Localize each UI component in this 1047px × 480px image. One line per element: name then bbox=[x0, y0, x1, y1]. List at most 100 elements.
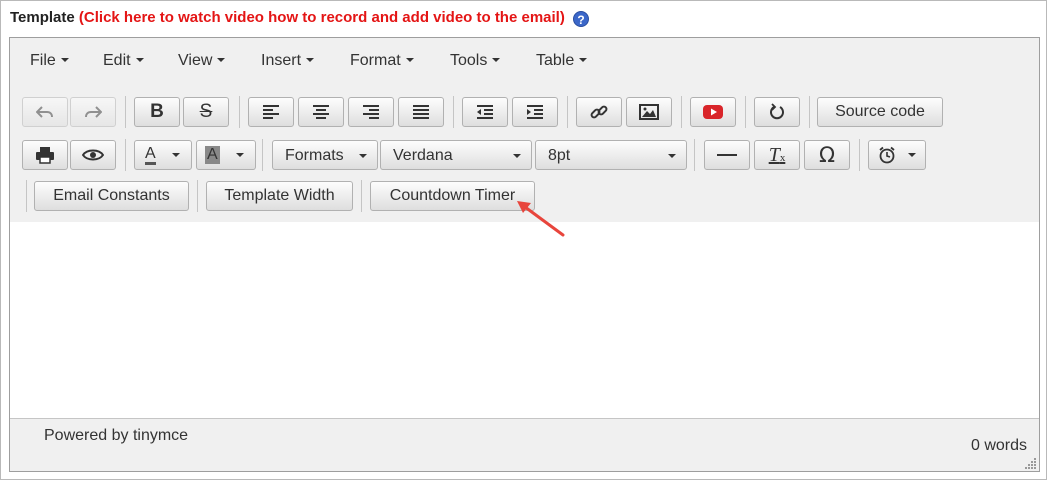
print-icon bbox=[36, 147, 54, 164]
redo-button[interactable] bbox=[70, 97, 116, 127]
strikethrough-button[interactable]: S bbox=[183, 97, 229, 127]
chevron-down-icon bbox=[908, 153, 916, 157]
clear-formatting-button[interactable]: Tx bbox=[754, 140, 800, 170]
powered-by-label[interactable]: Powered by tinymce bbox=[44, 427, 188, 445]
menu-file[interactable]: File bbox=[30, 52, 69, 70]
align-right-button[interactable] bbox=[348, 97, 394, 127]
chevron-down-icon bbox=[171, 153, 180, 157]
chevron-down-icon bbox=[668, 154, 676, 158]
template-width-button[interactable]: Template Width bbox=[206, 181, 353, 211]
formats-dropdown[interactable]: Formats bbox=[272, 140, 378, 170]
preview-icon bbox=[82, 149, 104, 161]
text-color-button[interactable]: A bbox=[134, 140, 192, 170]
restore-draft-button[interactable] bbox=[754, 97, 800, 127]
source-code-label: Source code bbox=[835, 103, 925, 120]
text-color-icon: A bbox=[145, 145, 156, 165]
toolbar-separator bbox=[567, 96, 568, 128]
align-justify-icon bbox=[413, 105, 429, 119]
toolbar-separator bbox=[262, 139, 263, 171]
chevron-down-icon bbox=[60, 58, 69, 62]
indent-button[interactable] bbox=[512, 97, 558, 127]
horizontal-rule-button[interactable] bbox=[704, 140, 750, 170]
preview-button[interactable] bbox=[70, 140, 116, 170]
outdent-icon bbox=[477, 105, 493, 119]
undo-icon bbox=[36, 106, 53, 118]
email-constants-button[interactable]: Email Constants bbox=[34, 181, 189, 211]
toolbar-separator bbox=[239, 96, 240, 128]
template-panel: Template (Click here to watch video how … bbox=[0, 0, 1047, 480]
link-icon bbox=[590, 105, 608, 119]
editor-content-area[interactable] bbox=[10, 222, 1039, 418]
special-character-button[interactable]: Ω bbox=[804, 140, 850, 170]
menu-tools[interactable]: Tools bbox=[450, 52, 501, 70]
horizontal-rule-icon bbox=[717, 154, 737, 156]
menu-format[interactable]: Format bbox=[350, 52, 414, 70]
align-left-button[interactable] bbox=[248, 97, 294, 127]
resize-handle-icon[interactable] bbox=[1025, 457, 1037, 469]
chevron-down-icon bbox=[217, 58, 226, 62]
background-color-button[interactable]: A bbox=[196, 140, 256, 170]
align-center-button[interactable] bbox=[298, 97, 344, 127]
red-arrow-icon bbox=[517, 201, 565, 237]
chevron-down-icon bbox=[579, 58, 588, 62]
align-justify-button[interactable] bbox=[398, 97, 444, 127]
formats-label: Formats bbox=[285, 147, 344, 164]
countdown-clock-button[interactable] bbox=[868, 140, 926, 170]
chevron-down-icon bbox=[359, 154, 367, 158]
menu-view[interactable]: View bbox=[178, 52, 226, 70]
toolbar-separator bbox=[453, 96, 454, 128]
image-button[interactable] bbox=[626, 97, 672, 127]
email-constants-label: Email Constants bbox=[53, 187, 170, 204]
menu-table[interactable]: Table bbox=[536, 52, 588, 70]
indent-icon bbox=[527, 105, 543, 119]
align-center-icon bbox=[313, 105, 329, 119]
statusbar: Powered by tinymce 0 words bbox=[10, 418, 1039, 471]
chevron-down-icon bbox=[513, 154, 521, 158]
template-header: Template (Click here to watch video how … bbox=[10, 9, 590, 27]
insert-video-button[interactable] bbox=[690, 97, 736, 127]
countdown-timer-label: Countdown Timer bbox=[389, 187, 516, 204]
menubar: File Edit View Insert Format Tools Table bbox=[10, 38, 1039, 87]
bold-button[interactable]: B bbox=[134, 97, 180, 127]
clear-formatting-icon: Tx bbox=[768, 143, 786, 166]
toolbar-separator bbox=[694, 139, 695, 171]
toolbar-separator bbox=[197, 180, 198, 212]
link-button[interactable] bbox=[576, 97, 622, 127]
template-label: Template bbox=[10, 9, 75, 26]
toolbar-separator bbox=[745, 96, 746, 128]
toolbar-separator bbox=[681, 96, 682, 128]
menu-edit[interactable]: Edit bbox=[103, 52, 144, 70]
redo-icon bbox=[85, 106, 102, 118]
toolbar-separator bbox=[26, 180, 27, 212]
toolbar-separator bbox=[361, 180, 362, 212]
template-width-label: Template Width bbox=[224, 187, 335, 204]
chevron-down-icon bbox=[235, 153, 244, 157]
chevron-down-icon bbox=[306, 58, 315, 62]
source-code-button[interactable]: Source code bbox=[817, 97, 943, 127]
menu-insert[interactable]: Insert bbox=[261, 52, 315, 70]
toolbar-separator bbox=[859, 139, 860, 171]
chevron-down-icon bbox=[405, 58, 414, 62]
undo-button[interactable] bbox=[22, 97, 68, 127]
strikethrough-icon: S bbox=[199, 101, 213, 122]
video-help-link[interactable]: (Click here to watch video how to record… bbox=[79, 9, 565, 26]
restore-icon bbox=[770, 103, 784, 120]
font-family-value: Verdana bbox=[393, 147, 453, 164]
youtube-icon bbox=[703, 105, 723, 119]
chevron-down-icon bbox=[135, 58, 144, 62]
tinymce-editor: File Edit View Insert Format Tools Table… bbox=[9, 37, 1040, 472]
font-size-select[interactable]: 8pt bbox=[535, 140, 687, 170]
font-family-select[interactable]: Verdana bbox=[380, 140, 532, 170]
toolbar-separator bbox=[125, 96, 126, 128]
font-size-value: 8pt bbox=[548, 147, 571, 164]
chevron-down-icon bbox=[492, 58, 501, 62]
image-icon bbox=[639, 104, 659, 120]
question-circle-icon[interactable]: ? bbox=[573, 11, 590, 27]
outdent-button[interactable] bbox=[462, 97, 508, 127]
toolbar-separator bbox=[125, 139, 126, 171]
bold-icon: B bbox=[150, 101, 164, 122]
align-left-icon bbox=[263, 105, 279, 119]
align-right-icon bbox=[363, 105, 379, 119]
print-button[interactable] bbox=[22, 140, 68, 170]
special-character-icon: Ω bbox=[818, 143, 836, 167]
